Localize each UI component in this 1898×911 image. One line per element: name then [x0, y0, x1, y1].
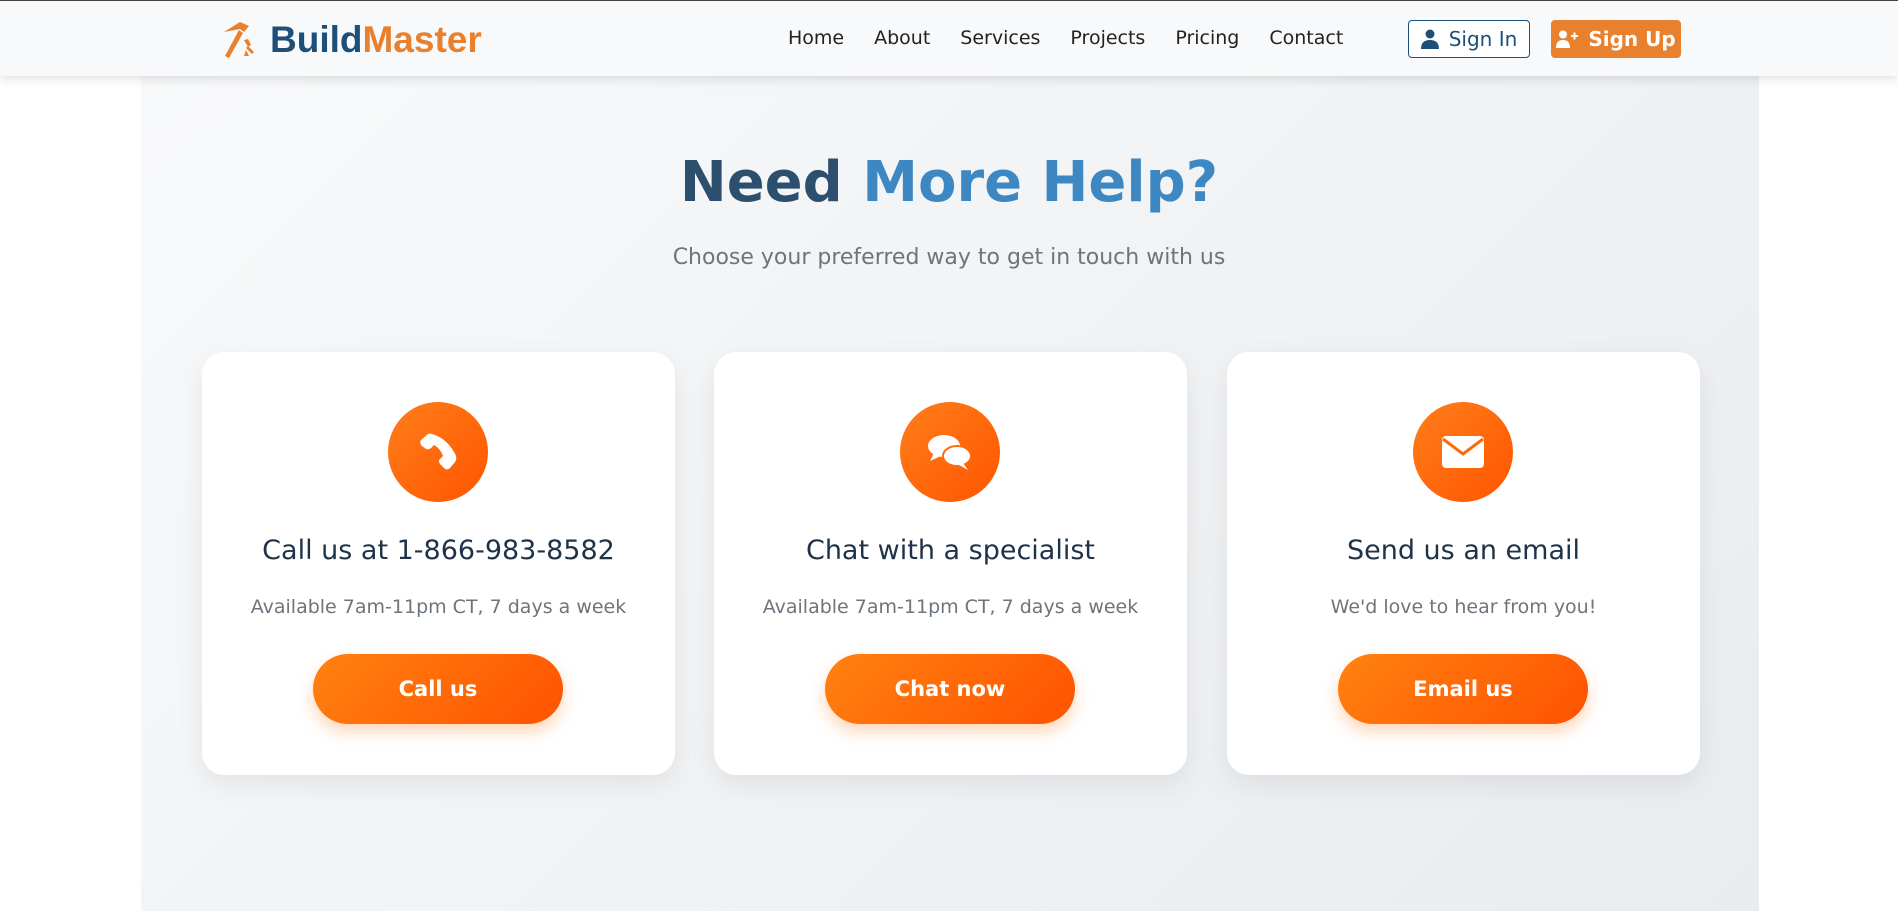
chat-icon-badge [900, 402, 1000, 502]
card-title: Chat with a specialist [805, 535, 1096, 566]
page-title-part1: Need [679, 150, 843, 215]
main-nav: Home About Services Projects Pricing Con… [788, 27, 1343, 49]
card-title: Call us at 1-866-983-8582 [262, 535, 615, 566]
navbar: BuildMaster Home About Services Projects… [0, 1, 1898, 76]
chat-icon [928, 435, 972, 470]
card-description: Available 7am-11pm CT, 7 days a week [250, 596, 627, 618]
card-description: Available 7am-11pm CT, 7 days a week [762, 596, 1139, 618]
brand-logo[interactable]: BuildMaster [218, 18, 482, 62]
nav-home[interactable]: Home [788, 27, 844, 49]
phone-icon-badge [388, 402, 488, 502]
sign-in-label: Sign In [1448, 27, 1518, 51]
sign-in-button[interactable]: Sign In [1408, 20, 1530, 58]
contact-card-chat: Chat with a specialist Available 7am-11p… [714, 352, 1187, 775]
contact-card-phone: Call us at 1-866-983-8582 Available 7am-… [202, 352, 675, 775]
page-subtitle: Choose your preferred way to get in touc… [672, 245, 1226, 270]
call-us-button[interactable]: Call us [313, 654, 563, 724]
envelope-icon [1442, 436, 1484, 468]
hammer-icon [224, 22, 254, 58]
card-title: Send us an email [1346, 535, 1581, 566]
card-description: We'd love to hear from you! [1330, 596, 1597, 618]
sign-up-button[interactable]: Sign Up [1551, 20, 1681, 58]
sign-up-label: Sign Up [1588, 27, 1676, 51]
envelope-icon-badge [1413, 402, 1513, 502]
nav-pricing[interactable]: Pricing [1175, 27, 1239, 49]
page-title: Need More Help? [0, 150, 1898, 215]
nav-contact[interactable]: Contact [1269, 27, 1343, 49]
user-icon [1420, 29, 1439, 49]
brand-name-part1: Build [270, 19, 363, 60]
nav-projects[interactable]: Projects [1070, 27, 1145, 49]
contact-card-email: Send us an email We'd love to hear from … [1227, 352, 1700, 775]
page-title-part2: More Help? [862, 150, 1219, 215]
brand-name-part2: Master [362, 19, 482, 60]
user-plus-icon [1556, 30, 1579, 48]
email-us-button[interactable]: Email us [1338, 654, 1588, 724]
phone-icon [420, 433, 457, 470]
nav-about[interactable]: About [874, 27, 930, 49]
nav-services[interactable]: Services [960, 27, 1040, 49]
brand-name: BuildMaster [270, 19, 482, 61]
chat-now-button[interactable]: Chat now [825, 654, 1075, 724]
